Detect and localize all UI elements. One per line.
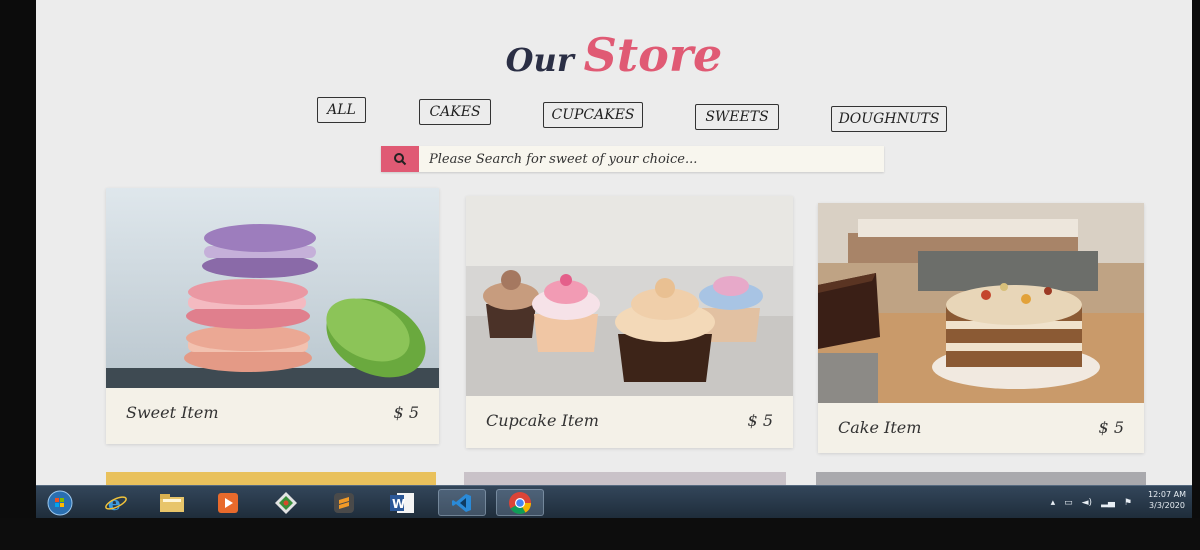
product-card-cupcake[interactable]: Cupcake Item $ 5 bbox=[466, 196, 793, 448]
page-title: Our Store bbox=[36, 28, 1192, 82]
filter-sweets-button[interactable]: SWEETS bbox=[695, 104, 779, 130]
search-icon bbox=[394, 153, 407, 166]
sublime-text-icon[interactable] bbox=[320, 489, 368, 516]
monitor-bezel-left bbox=[0, 0, 36, 550]
product-price: $ 5 bbox=[1098, 418, 1124, 437]
product-name: Sweet Item bbox=[126, 403, 219, 422]
system-clock[interactable]: 12:07 AM 3/3/2020 bbox=[1148, 489, 1186, 511]
browser-page: Our Store ALL CAKES CUPCAKES SWEETS DOUGH… bbox=[36, 0, 1192, 485]
word-icon[interactable]: W bbox=[378, 489, 426, 516]
product-card-partial bbox=[816, 472, 1146, 485]
system-tray: ▴ ▭ ◄) ▂▄ ⚑ bbox=[1051, 498, 1132, 508]
show-hidden-icons-icon[interactable]: ▴ bbox=[1051, 498, 1056, 508]
product-name: Cake Item bbox=[838, 418, 922, 437]
start-orb-icon[interactable] bbox=[36, 489, 84, 516]
title-store: Store bbox=[583, 28, 723, 82]
product-price: $ 5 bbox=[747, 411, 773, 430]
product-card-cake[interactable]: Cake Item $ 5 bbox=[818, 203, 1144, 453]
monitor-bezel-bottom bbox=[0, 518, 1200, 550]
product-price: $ 5 bbox=[393, 403, 419, 422]
signal-icon[interactable]: ▂▄ bbox=[1101, 498, 1115, 508]
search-input[interactable] bbox=[419, 146, 884, 172]
product-card-partial bbox=[464, 472, 786, 485]
internet-explorer-icon[interactable]: e bbox=[92, 489, 140, 516]
svg-text:e: e bbox=[108, 491, 121, 515]
chrome-icon[interactable] bbox=[496, 489, 544, 516]
product-image-cupcakes bbox=[466, 196, 793, 396]
product-name: Cupcake Item bbox=[486, 411, 599, 430]
filter-cupcakes-button[interactable]: CUPCAKES bbox=[543, 102, 643, 128]
search-bar bbox=[381, 146, 884, 172]
clock-date: 3/3/2020 bbox=[1149, 501, 1185, 510]
filter-cakes-button[interactable]: CAKES bbox=[419, 99, 491, 125]
volume-icon[interactable]: ◄) bbox=[1082, 498, 1092, 508]
product-image-macarons bbox=[106, 188, 439, 388]
product-card-sweet[interactable]: Sweet Item $ 5 bbox=[106, 188, 439, 444]
file-explorer-icon[interactable] bbox=[148, 489, 196, 516]
visual-studio-code-icon[interactable] bbox=[438, 489, 486, 516]
filter-doughnuts-button[interactable]: DOUGHNUTS bbox=[831, 106, 947, 132]
product-card-partial bbox=[106, 472, 436, 485]
search-button[interactable] bbox=[381, 146, 419, 172]
action-center-flag-icon[interactable]: ⚑ bbox=[1124, 498, 1132, 508]
svg-text:W: W bbox=[392, 497, 405, 511]
media-player-icon[interactable] bbox=[204, 489, 252, 516]
product-image-cake bbox=[818, 203, 1144, 403]
taskbar: e W ▴ ▭ ◄) ▂▄ ⚑ 12:07 AM 3/3/2020 bbox=[36, 485, 1192, 519]
monitor-bezel-right bbox=[1192, 0, 1200, 550]
title-our: Our bbox=[505, 41, 574, 79]
clock-time: 12:07 AM bbox=[1148, 490, 1186, 499]
network-icon[interactable]: ▭ bbox=[1064, 498, 1073, 508]
git-icon[interactable] bbox=[262, 489, 310, 516]
filter-all-button[interactable]: ALL bbox=[317, 97, 366, 123]
